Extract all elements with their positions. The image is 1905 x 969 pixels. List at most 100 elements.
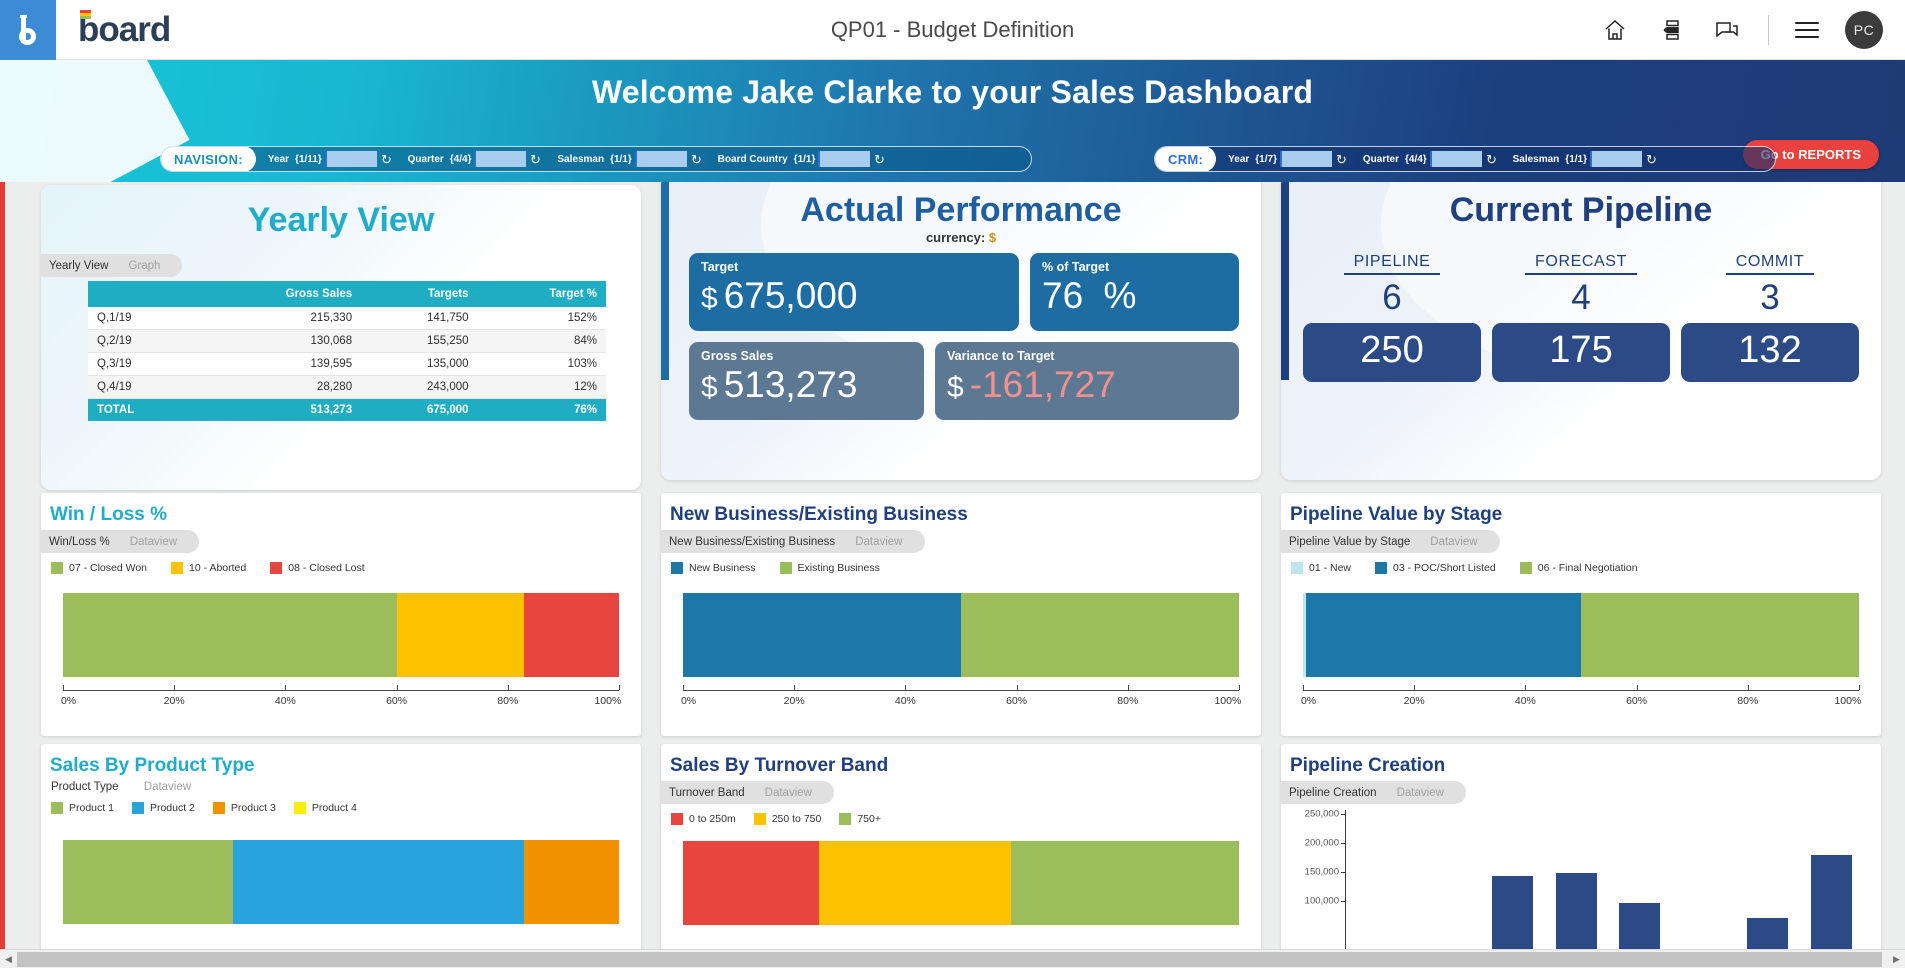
stacked-bar[interactable] <box>63 840 619 924</box>
crm-filter-quarter[interactable]: Quarter {4/4} ↺ <box>1351 146 1501 172</box>
bar-segment-product-1[interactable] <box>63 840 233 924</box>
reset-icon[interactable]: ↺ <box>1642 153 1661 166</box>
legend-item[interactable]: 750+ <box>839 813 881 825</box>
bar-segment-product-2[interactable] <box>233 840 525 924</box>
scroll-thumb[interactable] <box>17 952 1882 967</box>
board-logo[interactable]: board <box>78 11 170 49</box>
bar-segment-closed-lost[interactable] <box>524 593 619 677</box>
table-row[interactable]: Q,2/19 130,068 155,250 84% <box>88 330 606 353</box>
kpi-target[interactable]: Target $675,000 <box>689 253 1019 331</box>
table-row[interactable]: Q,1/19 215,330 141,750 152% <box>88 307 606 330</box>
stacked-bar[interactable] <box>63 593 619 677</box>
filter-field[interactable] <box>1430 151 1482 167</box>
tab-active[interactable]: Turnover Band <box>669 787 745 799</box>
navision-filter-board-country[interactable]: Board Country {1/1} ↺ <box>706 146 890 172</box>
kpi-variance[interactable]: Variance to Target $-161,727 <box>935 342 1239 420</box>
tab-active[interactable]: Win/Loss % <box>49 536 110 548</box>
tab-active[interactable]: Pipeline Value by Stage <box>1289 536 1410 548</box>
win-loss-tabs[interactable]: Win/Loss % Dataview <box>41 530 199 553</box>
reset-icon[interactable]: ↺ <box>526 153 545 166</box>
filter-field[interactable] <box>325 151 377 167</box>
legend-item[interactable]: 250 to 750 <box>754 813 822 825</box>
home-icon[interactable] <box>1600 15 1630 45</box>
tab-dataview[interactable]: Dataview <box>122 781 191 793</box>
avatar[interactable]: PC <box>1845 11 1883 49</box>
layout-icon[interactable] <box>1656 15 1686 45</box>
menu-icon[interactable] <box>1795 22 1819 38</box>
bar-segment-0-to-250m[interactable] <box>683 841 819 925</box>
reset-icon[interactable]: ↺ <box>1332 153 1351 166</box>
app-logo-mark[interactable] <box>0 0 56 60</box>
pc-bar[interactable] <box>1811 855 1852 960</box>
turnover-band-tabs[interactable]: Turnover Band Dataview <box>661 781 834 804</box>
tab-active[interactable]: Product Type <box>51 781 119 793</box>
bar-segment-750-plus[interactable] <box>1011 841 1239 925</box>
bar-segment-existing-business[interactable] <box>961 593 1239 677</box>
bar-segment-250-to-750[interactable] <box>819 841 1011 925</box>
legend-item[interactable]: 08 - Closed Lost <box>270 562 364 574</box>
legend-item[interactable]: 06 - Final Negotiation <box>1520 562 1638 574</box>
bar-segment-product-3[interactable] <box>524 840 619 924</box>
legend-item[interactable]: Existing Business <box>780 562 880 574</box>
scroll-right-icon[interactable]: ▶ <box>1888 954 1905 965</box>
stacked-bar[interactable] <box>683 593 1239 677</box>
tab-yearly-view[interactable]: Yearly View <box>49 260 108 272</box>
tab-active[interactable]: New Business/Existing Business <box>669 536 835 548</box>
legend-item[interactable]: 10 - Aborted <box>171 562 246 574</box>
product-type-tabs[interactable]: Product Type Dataview <box>41 781 641 793</box>
commit-value-tile[interactable]: 132 <box>1681 323 1859 382</box>
navision-filter-salesman[interactable]: Salesman {1/1} ↺ <box>545 146 705 172</box>
bar-segment-poc-short-listed[interactable] <box>1306 593 1581 677</box>
kpi-gross-sales[interactable]: Gross Sales $513,273 <box>689 342 924 420</box>
legend-item[interactable]: 01 - New <box>1291 562 1351 574</box>
navision-filter-year[interactable]: Year {1/11} ↺ <box>256 146 396 172</box>
stacked-bar[interactable] <box>1303 593 1859 677</box>
chat-icon[interactable] <box>1712 15 1742 45</box>
crm-filter-salesman[interactable]: Salesman {1/1} ↺ <box>1501 146 1661 172</box>
tab-dataview[interactable]: Dataview <box>1397 787 1444 799</box>
reset-icon[interactable]: ↺ <box>870 153 889 166</box>
stacked-bar[interactable] <box>683 841 1239 925</box>
tab-active[interactable]: Pipeline Creation <box>1289 787 1377 799</box>
yearly-view-tabs[interactable]: Yearly View Graph <box>41 254 182 277</box>
filter-field[interactable] <box>1280 151 1332 167</box>
legend-item[interactable]: 0 to 250m <box>671 813 736 825</box>
bar-segment-new-business[interactable] <box>683 593 961 677</box>
tab-dataview[interactable]: Dataview <box>130 536 177 548</box>
forecast-value-tile[interactable]: 175 <box>1492 323 1670 382</box>
filter-field[interactable] <box>1590 151 1642 167</box>
legend-item[interactable]: 07 - Closed Won <box>51 562 147 574</box>
legend-item[interactable]: Product 2 <box>132 802 195 814</box>
pc-bar[interactable] <box>1492 876 1533 960</box>
bar-segment-aborted[interactable] <box>397 593 525 677</box>
crm-filter-year[interactable]: Year {1/7} ↺ <box>1216 146 1351 172</box>
scroll-track[interactable] <box>17 950 1888 969</box>
table-row[interactable]: Q,3/19 139,595 135,000 103% <box>88 353 606 376</box>
pipeline-value-tile[interactable]: 250 <box>1303 323 1481 382</box>
pipeline-value-tabs[interactable]: Pipeline Value by Stage Dataview <box>1281 530 1500 553</box>
tab-dataview[interactable]: Dataview <box>855 536 902 548</box>
kpi-pct-of-target[interactable]: % of Target 76 % <box>1030 253 1239 331</box>
reset-icon[interactable]: ↺ <box>1482 153 1501 166</box>
pipeline-creation-tabs[interactable]: Pipeline Creation Dataview <box>1281 781 1466 804</box>
reset-icon[interactable]: ↺ <box>687 153 706 166</box>
scroll-left-icon[interactable]: ◀ <box>0 954 17 965</box>
bar-segment-closed-won[interactable] <box>63 593 397 677</box>
horizontal-scrollbar[interactable]: ◀ ▶ <box>0 949 1905 968</box>
table-row[interactable]: Q,4/19 28,280 243,000 12% <box>88 376 606 399</box>
bar-segment-final-negotiation[interactable] <box>1581 593 1859 677</box>
reset-icon[interactable]: ↺ <box>377 153 396 166</box>
legend-item[interactable]: New Business <box>671 562 756 574</box>
navision-filter-quarter[interactable]: Quarter {4/4} ↺ <box>396 146 546 172</box>
tab-graph[interactable]: Graph <box>128 260 160 272</box>
legend-item[interactable]: Product 4 <box>294 802 357 814</box>
tab-dataview[interactable]: Dataview <box>1430 536 1477 548</box>
tab-dataview[interactable]: Dataview <box>765 787 812 799</box>
legend-item[interactable]: 03 - POC/Short Listed <box>1375 562 1496 574</box>
legend-item[interactable]: Product 1 <box>51 802 114 814</box>
filter-field[interactable] <box>818 151 870 167</box>
filter-field[interactable] <box>474 151 526 167</box>
filter-field[interactable] <box>635 151 687 167</box>
new-existing-tabs[interactable]: New Business/Existing Business Dataview <box>661 530 925 553</box>
legend-item[interactable]: Product 3 <box>213 802 276 814</box>
